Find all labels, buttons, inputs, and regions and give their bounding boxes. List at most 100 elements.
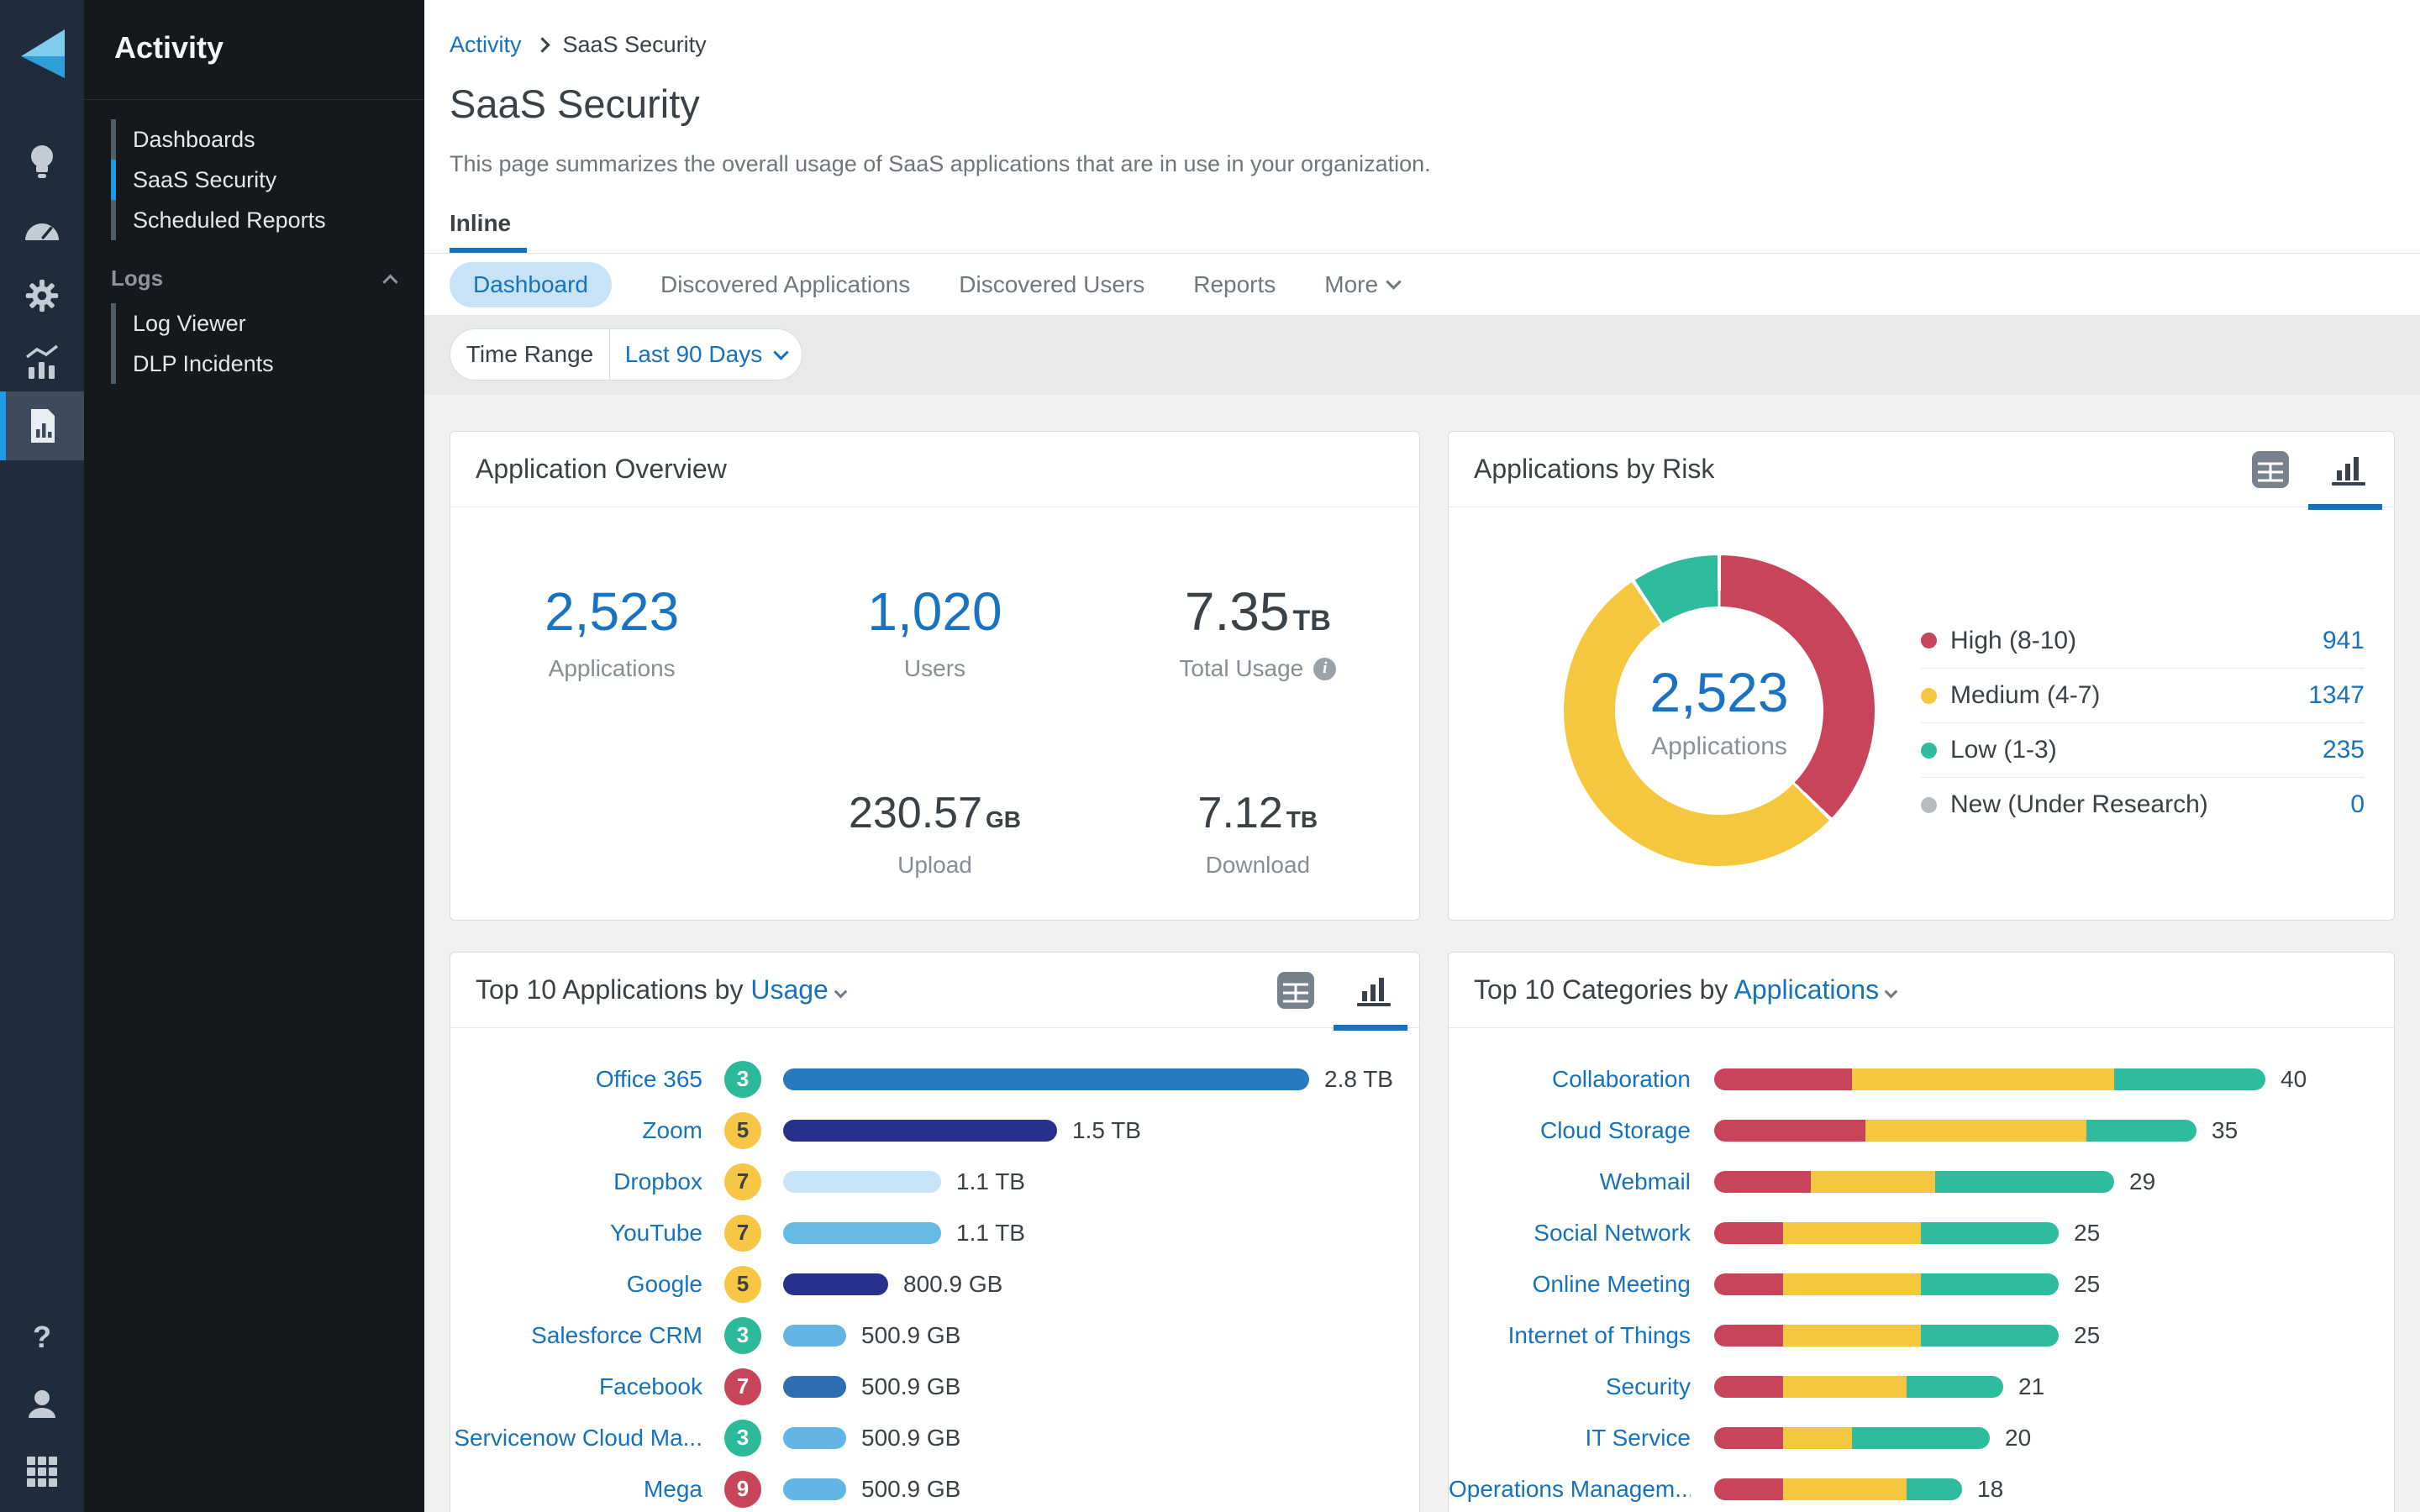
app-name-link[interactable]: YouTube: [450, 1220, 702, 1247]
app-name-link[interactable]: Office 365: [450, 1066, 702, 1093]
category-bar-stack: [1714, 1325, 2059, 1347]
category-name-link[interactable]: Online Meeting: [1449, 1271, 1691, 1298]
category-name-link[interactable]: Webmail: [1449, 1168, 1691, 1195]
app-name-link[interactable]: Google: [450, 1271, 702, 1298]
tab-more[interactable]: More: [1324, 271, 1399, 298]
stat-label-text: Applications: [549, 655, 676, 682]
category-name-link[interactable]: Internet of Things: [1449, 1322, 1691, 1349]
category-bar: 21: [1714, 1373, 2394, 1400]
category-name-link[interactable]: Social Network: [1449, 1220, 1691, 1247]
sidebar-item-scheduled-reports[interactable]: Scheduled Reports: [111, 200, 424, 240]
app-usage-row: YouTube71.1 TB: [450, 1207, 1419, 1258]
usage-value: 500.9 GB: [861, 1322, 960, 1349]
app-name-link[interactable]: Mega: [450, 1476, 702, 1503]
gear-icon: [23, 276, 61, 315]
sidebar-group-logs[interactable]: Logs: [111, 265, 396, 291]
low-segment: [1907, 1376, 2003, 1398]
donut-center: 2,523 Applications: [1615, 606, 1823, 815]
info-icon[interactable]: i: [1313, 658, 1336, 680]
app-name-link[interactable]: Zoom: [450, 1117, 702, 1144]
usage-bar-fill: [783, 1171, 941, 1193]
stat-applications: 2,523Applications: [450, 585, 773, 724]
card-title: Top 10 Categories by Applications: [1474, 974, 1896, 1005]
card-header: Application Overview: [450, 432, 1419, 507]
app-name-link[interactable]: Servicenow Cloud Ma...: [450, 1425, 702, 1452]
sidebar-item-dlp-incidents[interactable]: DLP Incidents: [111, 344, 424, 384]
category-value: 20: [2005, 1425, 2031, 1452]
app-usage-row: Servicenow Cloud Ma...3500.9 GB: [450, 1412, 1419, 1463]
donut-total: 2,523: [1649, 660, 1788, 724]
stat-number: 230.57: [849, 789, 982, 837]
card-applications-by-risk: Applications by Risk 2,523 Appli: [1448, 431, 2395, 921]
tab-reports[interactable]: Reports: [1193, 271, 1276, 298]
high-segment: [1714, 1222, 1783, 1244]
legend-value-link[interactable]: 1347: [2308, 681, 2365, 710]
app-name-link[interactable]: Facebook: [450, 1373, 702, 1400]
usage-bar-fill: [783, 1222, 941, 1244]
category-bar-stack: [1714, 1478, 1962, 1500]
time-range-value[interactable]: Last 90 Days: [610, 329, 802, 380]
tab-inline[interactable]: Inline: [450, 210, 511, 237]
time-range-picker[interactable]: Time Range Last 90 Days: [450, 328, 802, 381]
usage-value: 1.1 TB: [956, 1168, 1025, 1195]
tab-dashboard[interactable]: Dashboard: [450, 262, 612, 307]
risk-badge: 7: [724, 1215, 761, 1252]
risk-badge: 9: [724, 1471, 761, 1508]
category-value: 21: [2018, 1373, 2044, 1400]
rail-item-reports[interactable]: [0, 391, 84, 460]
category-name-link[interactable]: IT Service: [1449, 1425, 1691, 1452]
table-view-button[interactable]: [1276, 971, 1315, 1010]
app-usage-row: Facebook7500.9 GB: [450, 1361, 1419, 1412]
low-segment: [2114, 1068, 2265, 1090]
time-range-label: Time Range: [450, 329, 610, 380]
stat-label: Applications: [450, 655, 773, 682]
legend-value-link[interactable]: 235: [2323, 736, 2365, 764]
metric-dropdown[interactable]: Applications: [1734, 974, 1896, 1005]
metric-dropdown[interactable]: Usage: [750, 974, 844, 1005]
app-logo[interactable]: [0, 20, 84, 84]
page-description: This page summarizes the overall usage o…: [450, 151, 1431, 177]
tab-discovered-applications[interactable]: Discovered Applications: [660, 271, 910, 298]
app-usage-row: Mega 9 500.9 GB: [450, 1463, 1419, 1512]
chevron-right-icon: [534, 37, 550, 52]
category-bar: 25: [1714, 1271, 2394, 1298]
table-view-button[interactable]: [2251, 450, 2290, 489]
low-segment: [1907, 1478, 1962, 1500]
usage-bar-fill: [783, 1120, 1057, 1142]
category-row: Security 21: [1449, 1361, 2394, 1412]
legend-dot: [1921, 797, 1937, 813]
category-name-link[interactable]: Collaboration: [1449, 1066, 1691, 1093]
card-title: Top 10 Applications by Usage: [476, 974, 845, 1005]
rail-item-analytics[interactable]: [0, 336, 84, 390]
rail-item-apps[interactable]: [0, 1445, 84, 1499]
rail-item-dashboard[interactable]: [0, 202, 84, 255]
stat-value: 7.35TB: [1097, 585, 1419, 638]
rail-item-settings[interactable]: [0, 269, 84, 323]
breadcrumb-parent-link[interactable]: Activity: [450, 32, 522, 58]
sidebar-item-dashboards[interactable]: Dashboards: [111, 119, 424, 160]
rail-item-insights[interactable]: [0, 134, 84, 188]
rail-item-help[interactable]: ?: [0, 1310, 84, 1364]
app-name-link[interactable]: Dropbox: [450, 1168, 702, 1195]
app-name-link[interactable]: Salesforce CRM: [450, 1322, 702, 1349]
chart-view-button[interactable]: [2328, 450, 2369, 489]
stat-number: 2,523: [544, 581, 679, 642]
legend-value-link[interactable]: 0: [2350, 790, 2365, 819]
category-value: 18: [1977, 1476, 2003, 1503]
app-usage-row: Office 36532.8 TB: [450, 1053, 1419, 1105]
rail-item-user[interactable]: [0, 1378, 84, 1431]
usage-bar: 500.9 GB: [783, 1476, 1419, 1503]
category-name-link[interactable]: Security: [1449, 1373, 1691, 1400]
tab-discovered-users[interactable]: Discovered Users: [959, 271, 1144, 298]
chart-view-button[interactable]: [1354, 971, 1394, 1010]
category-name-link[interactable]: Operations Managem...: [1449, 1476, 1691, 1503]
category-name-link[interactable]: Cloud Storage: [1449, 1117, 1691, 1144]
risk-badge: 5: [724, 1266, 761, 1303]
app-usage-row: Salesforce CRM3500.9 GB: [450, 1310, 1419, 1361]
medium-segment: [1811, 1171, 1935, 1193]
stat-number: 1,020: [867, 581, 1002, 642]
screen: ? Activity: [0, 0, 2420, 1512]
sidebar-item-saas-security[interactable]: SaaS Security: [111, 160, 424, 200]
legend-value-link[interactable]: 941: [2323, 627, 2365, 655]
sidebar-item-log-viewer[interactable]: Log Viewer: [111, 303, 424, 344]
